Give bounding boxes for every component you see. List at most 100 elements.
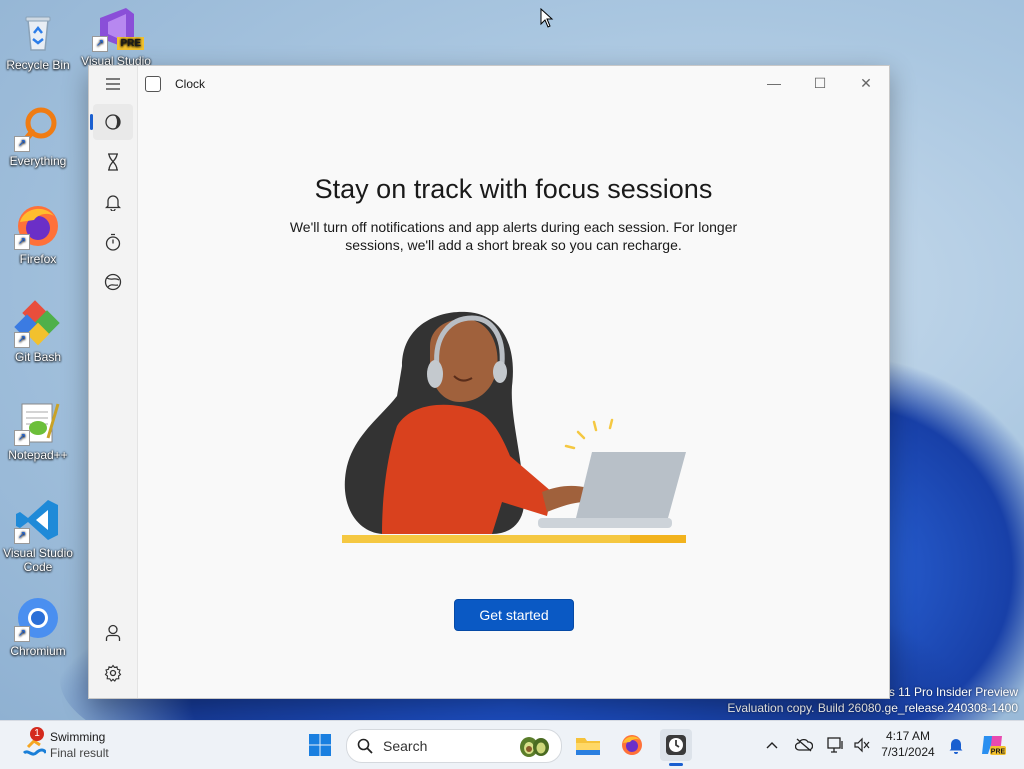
firefox-icon: ↗ [14, 202, 62, 250]
bell-icon [949, 739, 963, 754]
taskbar: 1 Swimming Final result Search 4:17 AM 7… [0, 720, 1024, 769]
stopwatch-icon [105, 233, 121, 251]
nav-item-account[interactable] [93, 615, 133, 651]
watermark-line-2: Evaluation copy. Build 26080.ge_release.… [727, 701, 1018, 715]
cloud-offline-icon [795, 738, 813, 752]
window-title: Clock [175, 77, 206, 91]
taskbar-firefox[interactable] [616, 729, 648, 761]
headphone-left [427, 360, 443, 388]
chevron-up-icon [766, 742, 778, 749]
desktop-icon-everything[interactable]: ↗ Everything [0, 104, 76, 168]
gear-icon [104, 664, 122, 682]
desk-shadow [630, 535, 686, 543]
git-bash-icon: ↗ [14, 300, 62, 348]
show-hidden-icons-button[interactable] [762, 735, 782, 755]
start-button[interactable] [304, 729, 336, 761]
weather-widget[interactable]: 1 Swimming Final result [20, 727, 140, 761]
file-explorer-icon [576, 738, 600, 755]
shortcut-arrow-icon: ↗ [14, 332, 30, 348]
desktop-icon-label: Git Bash [14, 350, 62, 364]
desktop-icon-visual-studio[interactable]: PRE ↗ Visual Studio [78, 4, 154, 68]
hourglass-icon [108, 153, 118, 171]
desktop-icon-label: Everything [9, 154, 67, 168]
close-button[interactable]: ✕ [843, 70, 889, 100]
clock-window: Stay on track with focus sessions We'll … [88, 65, 890, 699]
shortcut-arrow-icon: ↗ [14, 626, 30, 642]
headphone-right [493, 361, 507, 383]
shortcut-arrow-icon: ↗ [14, 430, 30, 446]
search-box[interactable]: Search [346, 729, 562, 763]
shortcut-arrow-icon: ↗ [14, 136, 30, 152]
globe-icon [104, 273, 122, 291]
get-started-button[interactable]: Get started [454, 599, 574, 631]
laptop-base [538, 518, 672, 528]
onedrive-tray-button[interactable] [794, 735, 814, 755]
firefox-icon [622, 735, 642, 755]
clock-time: 4:17 AM [885, 729, 931, 743]
desktop-icon-label: Firefox [19, 252, 57, 266]
widget-subtitle: Final result [50, 746, 109, 760]
shortcut-arrow-icon: ↗ [14, 528, 30, 544]
shortcut-arrow-icon: ↗ [92, 36, 108, 52]
nav-item-alarm[interactable] [93, 184, 133, 220]
desktop-icon-git-bash[interactable]: ↗ Git Bash [0, 300, 76, 364]
nav-item-settings[interactable] [93, 655, 133, 691]
notifications-button[interactable] [946, 735, 966, 755]
nav-item-timer[interactable] [93, 144, 133, 180]
desktop-icon-label: Recycle Bin [6, 58, 70, 72]
page-description: We'll turn off notifications and app ale… [289, 219, 738, 253]
shirt [382, 404, 552, 534]
maximize-button[interactable]: ☐ [797, 70, 843, 100]
nav-item-stopwatch[interactable] [93, 224, 133, 260]
desktop-icon-firefox[interactable]: ↗ Firefox [0, 202, 76, 266]
everything-search-icon: ↗ [14, 104, 62, 152]
desktop-icon-label: Chromium [10, 644, 66, 658]
start-icon [309, 734, 331, 756]
visual-studio-preview-icon: PRE ↗ [92, 4, 144, 52]
nav-pane [89, 66, 137, 698]
desktop-icon-recycle-bin[interactable]: Recycle Bin [0, 8, 76, 72]
nav-item-focus-sessions[interactable] [90, 104, 133, 140]
preview-badge: PRE [117, 37, 144, 50]
volume-tray-button[interactable] [852, 735, 872, 755]
alarm-bell-icon [105, 195, 121, 211]
person-icon [105, 624, 121, 641]
selected-indicator [90, 114, 93, 130]
title-bar[interactable]: Clock — ☐ ✕ [89, 66, 889, 100]
copilot-button[interactable]: PRE [980, 735, 1006, 756]
search-highlight-avocado-icon [520, 737, 549, 757]
mouse-cursor-icon [540, 8, 554, 28]
page-heading: Stay on track with focus sessions [314, 174, 713, 204]
copilot-preview-icon: PRE [982, 736, 1006, 756]
nav-item-world-clock[interactable] [93, 264, 133, 300]
minimize-button[interactable]: — [751, 70, 797, 100]
clock-app-icon [145, 76, 161, 92]
taskbar-clock[interactable]: 4:17 AM 7/31/2024 [872, 728, 944, 760]
widget-title: Swimming [50, 730, 106, 744]
chromium-icon: ↗ [14, 594, 62, 642]
desktop-icon-vscode[interactable]: ↗ Visual Studio Code [0, 496, 76, 574]
face [430, 319, 498, 402]
svg-text:PRE: PRE [991, 749, 1006, 756]
sparkle [564, 418, 614, 450]
search-placeholder: Search [383, 738, 428, 754]
desktop-icon-chromium[interactable]: ↗ Chromium [0, 594, 76, 658]
desktop-icon-label: Notepad++ [8, 448, 68, 462]
search-icon [357, 738, 373, 754]
desktop-icon-notepad-plus-plus[interactable]: ↗ Notepad++ [0, 398, 76, 462]
vscode-icon: ↗ [14, 496, 62, 544]
focus-sessions-page: Stay on track with focus sessions We'll … [137, 66, 889, 698]
focus-illustration [342, 311, 686, 543]
network-monitor-icon [827, 737, 843, 753]
focus-sessions-icon [105, 114, 121, 130]
clock-app-icon [666, 735, 686, 755]
taskbar-clock-app[interactable] [660, 729, 692, 766]
notification-badge: 1 [30, 727, 44, 741]
network-tray-button[interactable] [826, 735, 846, 755]
speaker-muted-icon [854, 737, 870, 753]
active-app-indicator [669, 763, 683, 766]
desktop-icon-label: Visual Studio Code [3, 546, 73, 574]
notepad-plus-plus-icon: ↗ [14, 398, 62, 446]
taskbar-file-explorer[interactable] [572, 729, 604, 761]
shortcut-arrow-icon: ↗ [14, 234, 30, 250]
